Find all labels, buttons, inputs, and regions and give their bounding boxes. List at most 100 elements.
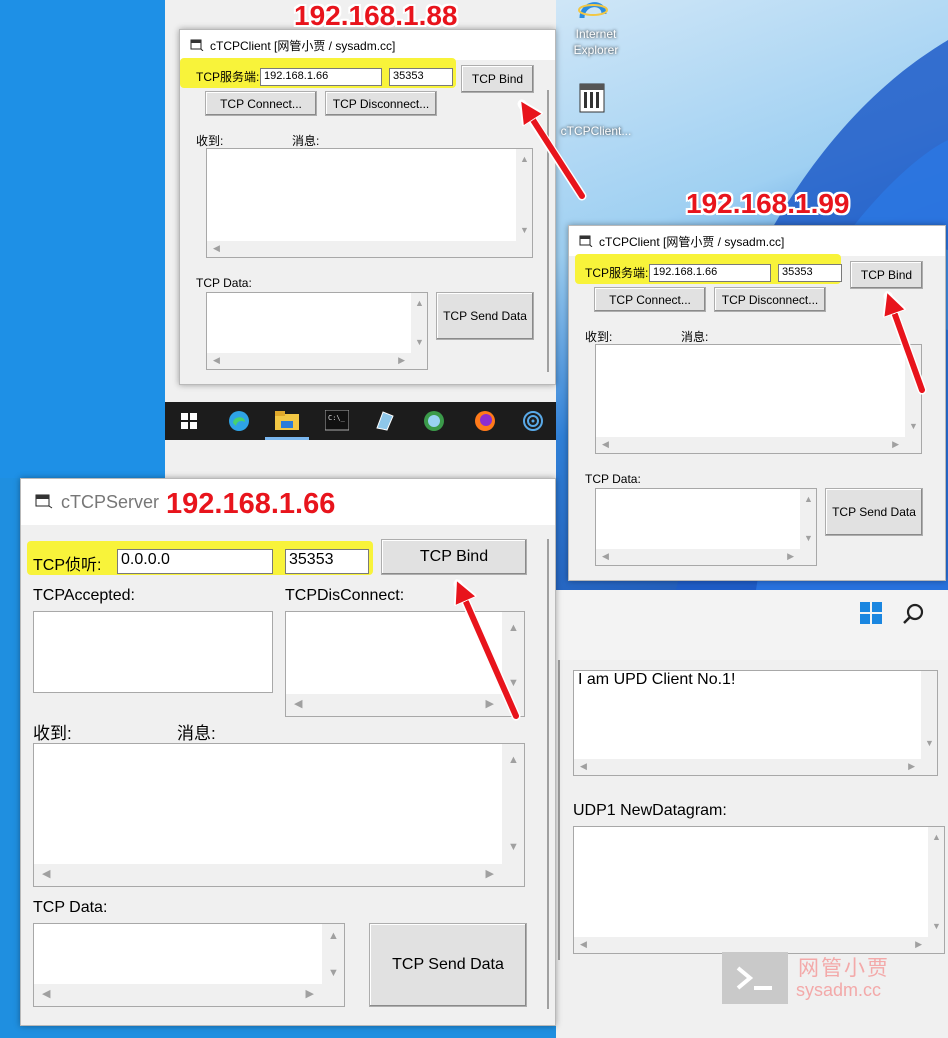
watermark-cn-text: 网管小贾: [798, 957, 890, 980]
app-window-icon: [579, 233, 593, 250]
horizontal-scrollbar[interactable]: ◀ ▶: [34, 864, 502, 886]
message-label: 消息:: [177, 724, 216, 743]
tcp-send-data-button[interactable]: TCP Send Data: [825, 488, 923, 536]
globe-icon[interactable]: [423, 410, 445, 435]
server-ip-input[interactable]: 192.168.1.66: [649, 264, 771, 282]
client1-titlebar[interactable]: cTCPClient [网管小贾 / sysadm.cc]: [180, 30, 555, 60]
horizontal-scrollbar[interactable]: ◀ ▶: [574, 937, 928, 953]
listen-label: TCP侦听:: [33, 557, 102, 574]
taskbar-active-underline: [265, 437, 309, 440]
app-window-icon: [35, 491, 53, 514]
tcp-data-label: TCP Data:: [585, 472, 641, 486]
edge-browser-icon[interactable]: [227, 409, 251, 436]
vertical-scrollbar[interactable]: ▲ ▼: [502, 612, 524, 700]
vertical-scrollbar[interactable]: ▼: [905, 345, 921, 437]
tcp-send-data-button[interactable]: TCP Send Data: [369, 923, 527, 1007]
message-label: 消息:: [681, 330, 709, 344]
client1-ip-annotation: 192.168.1.88: [294, 0, 458, 31]
udp-received-textarea[interactable]: I am UPD Client No.1! ▼ ◀ ▶: [573, 670, 938, 776]
terminal-prompt-icon: [722, 952, 788, 1004]
horizontal-scrollbar[interactable]: ◀ ▶: [286, 694, 502, 716]
ctcpclient-app-icon: [578, 82, 608, 117]
received-textarea[interactable]: ▲ ▼ ◀ ▶: [33, 743, 525, 887]
client2-titlebar[interactable]: cTCPClient [网管小贾 / sysadm.cc]: [569, 226, 945, 256]
win10-taskbar: C:\_: [165, 402, 556, 440]
wifi-signal-icon[interactable]: [522, 410, 544, 435]
udp-datagram-label: UDP1 NewDatagram:: [573, 802, 727, 819]
tcp-connect-button[interactable]: TCP Connect...: [594, 287, 706, 312]
listen-port-input[interactable]: 35353: [285, 549, 369, 574]
tcp-data-textarea[interactable]: ▲ ▼ ◀ ▶: [595, 488, 817, 566]
window-title: cTCPClient [网管小贾 / sysadm.cc]: [599, 234, 785, 249]
tcp-bind-button[interactable]: TCP Bind: [461, 65, 534, 93]
listen-ip-input[interactable]: 0.0.0.0: [117, 549, 273, 574]
tcp-send-data-button[interactable]: TCP Send Data: [436, 292, 534, 340]
horizontal-scrollbar[interactable]: ◀ ▶: [596, 549, 800, 565]
firefox-icon[interactable]: [473, 409, 497, 436]
server-port-input[interactable]: 35353: [389, 68, 453, 86]
horizontal-scrollbar[interactable]: ◀: [207, 241, 516, 257]
received-label: 收到:: [33, 724, 72, 743]
windows-start-icon[interactable]: [181, 413, 197, 432]
desktop-icon-label: Internet Explorer: [573, 27, 619, 57]
file-explorer-icon[interactable]: [275, 410, 299, 435]
horizontal-scrollbar[interactable]: ◀ ▶: [596, 437, 905, 453]
app-cube-icon[interactable]: [373, 410, 395, 435]
vertical-scrollbar[interactable]: ▲ ▼: [411, 293, 427, 353]
search-icon[interactable]: [902, 602, 926, 626]
server-window: cTCPServer TCP侦听: 0.0.0.0 35353 TCP Bind…: [20, 478, 556, 1026]
accepted-listbox[interactable]: [33, 611, 273, 693]
window-title: cTCPClient [网管小贾 / sysadm.cc]: [210, 38, 396, 53]
client2-ip-annotation: 192.168.1.99: [686, 188, 850, 219]
vertical-divider: [547, 90, 549, 372]
svg-text:C:\_: C:\_: [328, 414, 346, 422]
client2-window: cTCPClient [网管小贾 / sysadm.cc] TCP服务端: 19…: [568, 225, 946, 581]
desktop-icon-ctcpclient[interactable]: cTCPClient...: [556, 80, 636, 140]
horizontal-scrollbar[interactable]: ◀ ▶: [574, 759, 921, 775]
tcp-data-label: TCP Data:: [196, 276, 252, 290]
tcp-data-textarea[interactable]: ▲ ▼ ◀ ▶: [206, 292, 428, 370]
windows-start-icon[interactable]: [860, 602, 882, 624]
desktop-icon-internet-explorer[interactable]: Internet Explorer: [566, 0, 626, 62]
vertical-scrollbar[interactable]: ▲ ▼: [800, 489, 816, 549]
server-ip-annotation: 192.168.1.66: [166, 488, 336, 520]
vertical-scrollbar[interactable]: ▲ ▼: [502, 744, 524, 864]
server-label: TCP服务端:: [196, 70, 260, 84]
vertical-scrollbar[interactable]: ▼: [921, 671, 937, 759]
tcp-bind-button[interactable]: TCP Bind: [850, 261, 923, 289]
watermark: 网管小贾 sysadm.cc: [722, 952, 922, 1004]
received-label: 收到:: [585, 330, 613, 344]
internet-explorer-icon: [578, 0, 608, 25]
server-port-input[interactable]: 35353: [778, 264, 842, 282]
accepted-label: TCPAccepted:: [33, 587, 135, 604]
tcp-disconnect-button[interactable]: TCP Disconnect...: [714, 287, 826, 312]
disconnect-listbox[interactable]: ▲ ▼ ◀ ▶: [285, 611, 525, 717]
window-title: cTCPServer: [61, 491, 160, 512]
vertical-divider: [547, 539, 549, 1009]
tcp-bind-button[interactable]: TCP Bind: [381, 539, 527, 575]
vertical-scrollbar[interactable]: ▲ ▼: [928, 827, 944, 937]
message-label: 消息:: [292, 134, 320, 148]
disconnect-label: TCPDisConnect:: [285, 587, 405, 604]
desktop-icon-label: cTCPClient...: [560, 124, 632, 138]
vertical-scrollbar[interactable]: ▲ ▼: [322, 924, 344, 984]
received-textarea[interactable]: ▼ ◀ ▶: [595, 344, 922, 454]
received-textarea[interactable]: ▲ ▼ ◀: [206, 148, 533, 258]
horizontal-scrollbar[interactable]: ◀ ▶: [207, 353, 411, 369]
tcp-data-label: TCP Data:: [33, 899, 108, 916]
client1-window: cTCPClient [网管小贾 / sysadm.cc] TCP服务端: 19…: [179, 29, 556, 385]
tcp-connect-button[interactable]: TCP Connect...: [205, 91, 317, 116]
desktop-win10: [0, 0, 165, 478]
udp-message-text: I am UPD Client No.1!: [578, 671, 736, 688]
terminal-icon[interactable]: C:\_: [324, 409, 350, 435]
app-window-icon: [190, 37, 204, 54]
received-label: 收到:: [196, 134, 224, 148]
vertical-divider: [558, 660, 560, 960]
vertical-scrollbar[interactable]: ▲ ▼: [516, 149, 532, 241]
server-ip-input[interactable]: 192.168.1.66: [260, 68, 382, 86]
watermark-en-text: sysadm.cc: [796, 980, 882, 1000]
tcp-disconnect-button[interactable]: TCP Disconnect...: [325, 91, 437, 116]
tcp-data-textarea[interactable]: ▲ ▼ ◀ ▶: [33, 923, 345, 1007]
udp-datagram-textarea[interactable]: ▲ ▼ ◀ ▶: [573, 826, 945, 954]
horizontal-scrollbar[interactable]: ◀ ▶: [34, 984, 322, 1006]
